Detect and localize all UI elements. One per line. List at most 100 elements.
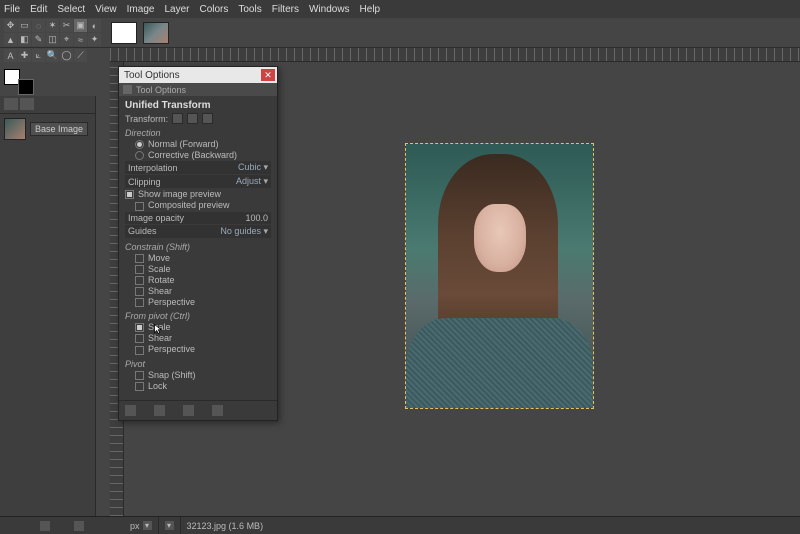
menu-help[interactable]: Help <box>360 4 381 15</box>
interpolation-label: Interpolation <box>128 163 178 173</box>
tool-clone-icon[interactable]: ⌖ <box>60 33 73 46</box>
tool-eraser-icon[interactable]: ◫ <box>46 33 59 46</box>
tool-measure-icon[interactable]: ⟀ <box>32 49 45 62</box>
tool-crop-icon[interactable]: ✂ <box>60 19 73 32</box>
dialog-save-icon[interactable] <box>125 405 136 416</box>
opacity-value: 100.0 <box>245 213 268 223</box>
frompivot-scale-option[interactable]: Scale <box>125 322 271 332</box>
frompivot-section: From pivot (Ctrl) Scale Shear Perspectiv… <box>125 311 271 354</box>
constrain-perspective-option[interactable]: Perspective <box>125 297 271 307</box>
tool-heal-icon[interactable]: ✚ <box>18 49 31 62</box>
menu-filters[interactable]: Filters <box>272 4 299 15</box>
dialog-titlebar[interactable]: Tool Options ✕ <box>119 67 277 83</box>
menu-select[interactable]: Select <box>57 4 85 15</box>
interpolation-combo[interactable]: Interpolation Cubic ▾ <box>125 161 271 174</box>
checkbox-off-icon <box>135 382 144 391</box>
background-color[interactable] <box>18 79 34 95</box>
image-opacity-slider[interactable]: Image opacity 100.0 <box>125 212 271 224</box>
composited-option[interactable]: Composited preview <box>125 200 271 210</box>
constrain-perspective-label: Perspective <box>148 297 195 307</box>
frompivot-perspective-option[interactable]: Perspective <box>125 344 271 354</box>
direction-corrective-option[interactable]: Corrective (Backward) <box>125 150 271 160</box>
constrain-shear-option[interactable]: Shear <box>125 286 271 296</box>
dock-tab-layers-icon[interactable] <box>4 98 18 110</box>
guides-combo[interactable]: Guides No guides ▾ <box>125 225 271 238</box>
dialog-tab-icon[interactable] <box>123 85 132 94</box>
tool-warp-icon[interactable]: ◐ <box>88 19 101 32</box>
layer-row[interactable]: Base Image <box>0 114 95 144</box>
layer-name[interactable]: Base Image <box>30 122 88 136</box>
menu-image[interactable]: Image <box>127 4 155 15</box>
tool-gradient-icon[interactable]: ◧ <box>18 33 31 46</box>
checkbox-off-icon <box>135 298 144 307</box>
tool-rect-select-icon[interactable]: ▭ <box>18 19 31 32</box>
unit-label: px <box>130 521 140 531</box>
dialog-tab-label[interactable]: Tool Options <box>136 85 186 95</box>
checkbox-off-icon <box>135 265 144 274</box>
tool-free-select-icon[interactable]: ◌ <box>32 19 45 32</box>
status-filename: 32123.jpg (1.6 MB) <box>181 517 270 534</box>
zoom-selector[interactable]: ▾ <box>159 517 181 534</box>
chevron-down-icon: ▾ <box>143 521 152 530</box>
opacity-label: Image opacity <box>128 213 184 223</box>
transform-target-row: Transform: <box>125 113 271 124</box>
layer-thumbnail <box>4 118 26 140</box>
status-left-icon-2[interactable] <box>74 521 84 531</box>
tool-smudge-icon[interactable]: ≈ <box>74 33 87 46</box>
tool-options-dialog[interactable]: Tool Options ✕ Tool Options Unified Tran… <box>118 66 278 421</box>
direction-section: Direction Normal (Forward) Corrective (B… <box>125 128 271 160</box>
menu-layer[interactable]: Layer <box>164 4 189 15</box>
menu-edit[interactable]: Edit <box>30 4 47 15</box>
dock-tab-channels-icon[interactable] <box>20 98 34 110</box>
dialog-restore-icon[interactable] <box>154 405 165 416</box>
menu-windows[interactable]: Windows <box>309 4 350 15</box>
top-row: ✥ ▭ ◌ ✶ ✂ ▣ ◐ ▲ ◧ ✎ ◫ ⌖ ≈ ✦ <box>0 18 800 48</box>
direction-normal-option[interactable]: Normal (Forward) <box>125 139 271 149</box>
tool-fuzzy-select-icon[interactable]: ✶ <box>46 19 59 32</box>
tool-bucket-icon[interactable]: ▲ <box>4 33 17 46</box>
dialog-delete-icon[interactable] <box>183 405 194 416</box>
transform-selection-icon[interactable] <box>187 113 198 124</box>
tool-unified-transform-icon[interactable]: ▣ <box>74 19 87 32</box>
show-preview-option[interactable]: Show image preview <box>125 189 271 199</box>
thumbnail-image[interactable] <box>143 22 169 44</box>
constrain-scale-option[interactable]: Scale <box>125 264 271 274</box>
dialog-reset-icon[interactable] <box>212 405 223 416</box>
constrain-title: Constrain (Shift) <box>125 242 271 252</box>
tool-move-icon[interactable]: ✥ <box>4 19 17 32</box>
constrain-rotate-option[interactable]: Rotate <box>125 275 271 285</box>
tool-color-picker-icon[interactable]: ⟋ <box>74 49 87 62</box>
constrain-scale-label: Scale <box>148 264 171 274</box>
transform-path-icon[interactable] <box>202 113 213 124</box>
menu-tools[interactable]: Tools <box>238 4 261 15</box>
ruler-horizontal[interactable] <box>110 48 800 62</box>
dock-tabs <box>0 96 95 114</box>
menu-file[interactable]: File <box>4 4 20 15</box>
tool-text-icon[interactable]: A <box>4 49 17 62</box>
unit-selector[interactable]: px ▾ <box>124 517 159 534</box>
transform-layer-icon[interactable] <box>172 113 183 124</box>
tool-zoom-icon[interactable]: 🔍 <box>46 49 59 62</box>
frompivot-shear-option[interactable]: Shear <box>125 333 271 343</box>
tool-path-icon[interactable]: ✦ <box>88 33 101 46</box>
menu-colors[interactable]: Colors <box>199 4 228 15</box>
tool-dodge-icon[interactable]: ◯ <box>60 49 73 62</box>
clipping-combo[interactable]: Clipping Adjust ▾ <box>125 175 271 188</box>
constrain-move-option[interactable]: Move <box>125 253 271 263</box>
dialog-title: Tool Options <box>124 70 180 81</box>
status-left-icon-1[interactable] <box>40 521 50 531</box>
color-swatches[interactable] <box>4 69 34 95</box>
pivot-lock-option[interactable]: Lock <box>125 381 271 391</box>
guides-label: Guides <box>128 226 157 236</box>
pivot-snap-label: Snap (Shift) <box>148 370 196 380</box>
composited-label: Composited preview <box>148 200 230 210</box>
checkbox-off-icon <box>135 202 144 211</box>
dialog-close-button[interactable]: ✕ <box>261 69 275 81</box>
constrain-shear-label: Shear <box>148 286 172 296</box>
pivot-snap-option[interactable]: Snap (Shift) <box>125 370 271 380</box>
tool-pencil-icon[interactable]: ✎ <box>32 33 45 46</box>
thumbnail-blank[interactable] <box>111 22 137 44</box>
menu-view[interactable]: View <box>95 4 117 15</box>
checkbox-off-icon <box>135 371 144 380</box>
canvas-image[interactable] <box>406 144 593 408</box>
